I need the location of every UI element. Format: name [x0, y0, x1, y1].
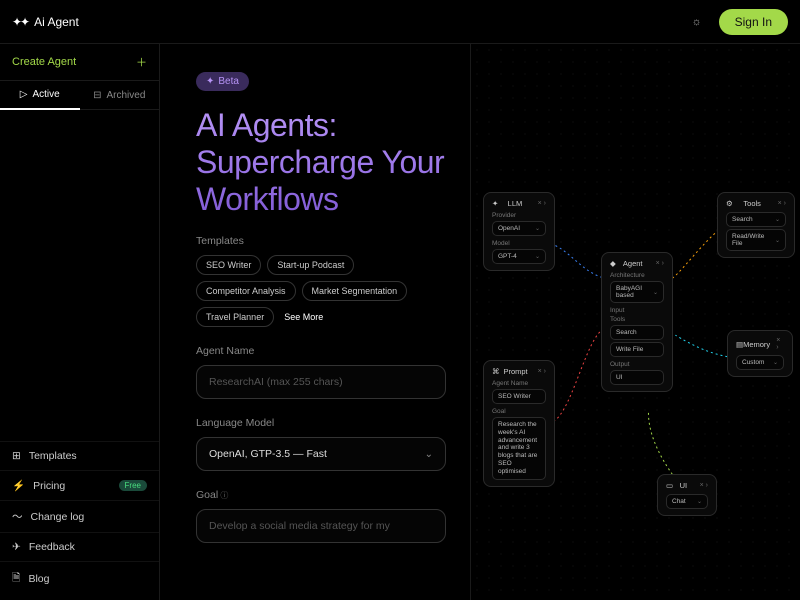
- nav-blog[interactable]: 🗎 Blog: [0, 561, 159, 596]
- tools-icon: ⚙: [726, 199, 733, 208]
- nav-feedback[interactable]: ✈ Feedback: [0, 532, 159, 561]
- close-icon[interactable]: × ›: [700, 482, 708, 489]
- close-icon[interactable]: × ›: [656, 260, 664, 267]
- agent-name-input[interactable]: [209, 376, 433, 388]
- close-icon[interactable]: × ›: [776, 337, 784, 351]
- memory-icon: ▤: [736, 340, 743, 349]
- doc-icon: 🗎: [12, 570, 20, 588]
- language-model-value: OpenAI, GTP-3.5 — Fast: [209, 448, 327, 460]
- ui-icon: ▭: [666, 481, 673, 490]
- llm-provider-select[interactable]: OpenAI⌄: [492, 221, 546, 236]
- brand: ✦✦ Ai Agent: [12, 15, 79, 29]
- plus-icon: ＋: [136, 54, 147, 70]
- close-icon[interactable]: × ›: [538, 200, 546, 207]
- chevron-down-icon: ⌄: [775, 237, 780, 244]
- signin-button[interactable]: Sign In: [719, 9, 788, 35]
- chevron-down-icon: ⌄: [425, 449, 433, 460]
- close-icon[interactable]: × ›: [538, 368, 546, 375]
- bolt-icon: ✦: [492, 199, 498, 208]
- agent-output-field[interactable]: UI: [610, 370, 664, 385]
- prompt-icon: ⌘: [492, 367, 500, 376]
- close-icon[interactable]: × ›: [778, 200, 786, 207]
- brand-sparkle-icon: ✦✦: [12, 15, 28, 29]
- template-chips: SEO Writer Start-up Podcast Competitor A…: [196, 255, 446, 327]
- prompt-name-field[interactable]: SEO Writer: [492, 389, 546, 404]
- templates-icon: ⊞: [12, 450, 21, 462]
- agent-name-field[interactable]: [196, 365, 446, 399]
- template-chip[interactable]: Market Segmentation: [302, 281, 408, 301]
- create-agent-label: Create Agent: [12, 56, 76, 68]
- see-more-link[interactable]: See More: [280, 308, 327, 326]
- tool-item[interactable]: Search⌄: [726, 212, 786, 227]
- sparkle-icon: ✦: [206, 76, 214, 87]
- template-chip[interactable]: Start-up Podcast: [267, 255, 354, 275]
- chart-icon: 〜: [12, 509, 23, 524]
- bolt-icon: ⚡: [12, 479, 25, 492]
- memory-select[interactable]: Custom⌄: [736, 355, 784, 370]
- agent-tool-field[interactable]: Write File: [610, 342, 664, 357]
- chevron-down-icon: ⌄: [697, 498, 702, 505]
- goal-label: Goal: [196, 489, 446, 501]
- free-badge: Free: [119, 480, 147, 491]
- goal-input[interactable]: [209, 520, 433, 532]
- play-icon: ▷: [20, 89, 28, 100]
- nav-templates[interactable]: ⊞ Templates: [0, 441, 159, 470]
- language-model-select[interactable]: OpenAI, GTP-3.5 — Fast ⌄: [196, 437, 446, 471]
- archive-icon: ⊟: [93, 90, 101, 101]
- tab-archived[interactable]: ⊟ Archived: [80, 81, 160, 110]
- theme-toggle[interactable]: ☼: [685, 10, 709, 34]
- sun-icon: ☼: [692, 16, 702, 28]
- send-icon: ✈: [12, 541, 21, 553]
- brand-name: Ai Agent: [34, 15, 79, 29]
- goal-field[interactable]: [196, 509, 446, 543]
- node-ui[interactable]: ▭UI× › Chat⌄: [657, 474, 717, 516]
- agent-tool-field[interactable]: Search: [610, 325, 664, 340]
- chevron-down-icon: ⌄: [535, 225, 540, 232]
- node-tools[interactable]: ⚙Tools× › Search⌄ Read/Write File⌄: [717, 192, 795, 258]
- templates-label: Templates: [196, 235, 446, 247]
- ui-select[interactable]: Chat⌄: [666, 494, 708, 509]
- form-column: ✦ Beta AI Agents: Supercharge Your Workf…: [160, 44, 470, 600]
- sidebar: Create Agent ＋ ▷ Active ⊟ Archived ⊞ Tem…: [0, 44, 160, 600]
- chevron-down-icon: ⌄: [775, 216, 780, 223]
- chevron-down-icon: ⌄: [535, 253, 540, 260]
- prompt-goal-field[interactable]: Research the week's AI advancement and w…: [492, 417, 546, 480]
- llm-model-select[interactable]: GPT-4⌄: [492, 249, 546, 264]
- template-chip[interactable]: Travel Planner: [196, 307, 274, 327]
- template-chip[interactable]: SEO Writer: [196, 255, 261, 275]
- template-chip[interactable]: Competitor Analysis: [196, 281, 296, 301]
- chevron-down-icon: ⌄: [773, 359, 778, 366]
- agent-name-label: Agent Name: [196, 345, 446, 357]
- beta-badge: ✦ Beta: [196, 72, 249, 91]
- nav-pricing[interactable]: ⚡ Pricing Free: [0, 470, 159, 500]
- agent-arch-select[interactable]: BabyAGI based⌄: [610, 281, 664, 303]
- node-agent[interactable]: ◆Agent× › Architecture BabyAGI based⌄ In…: [601, 252, 673, 392]
- language-model-label: Language Model: [196, 417, 446, 429]
- graph-canvas[interactable]: ✦LLM× › Provider OpenAI⌄ Model GPT-4⌄ ⌘P…: [470, 44, 800, 600]
- node-prompt[interactable]: ⌘Prompt× › Agent Name SEO Writer Goal Re…: [483, 360, 555, 487]
- agent-icon: ◆: [610, 259, 616, 268]
- tab-active[interactable]: ▷ Active: [0, 81, 80, 110]
- hero-title: AI Agents: Supercharge Your Workflows: [196, 107, 446, 217]
- chevron-down-icon: ⌄: [653, 289, 658, 296]
- node-llm[interactable]: ✦LLM× › Provider OpenAI⌄ Model GPT-4⌄: [483, 192, 555, 271]
- node-memory[interactable]: ▤Memory× › Custom⌄: [727, 330, 793, 377]
- tool-item[interactable]: Read/Write File⌄: [726, 229, 786, 251]
- create-agent-button[interactable]: Create Agent ＋: [0, 44, 159, 81]
- nav-changelog[interactable]: 〜 Change log: [0, 500, 159, 532]
